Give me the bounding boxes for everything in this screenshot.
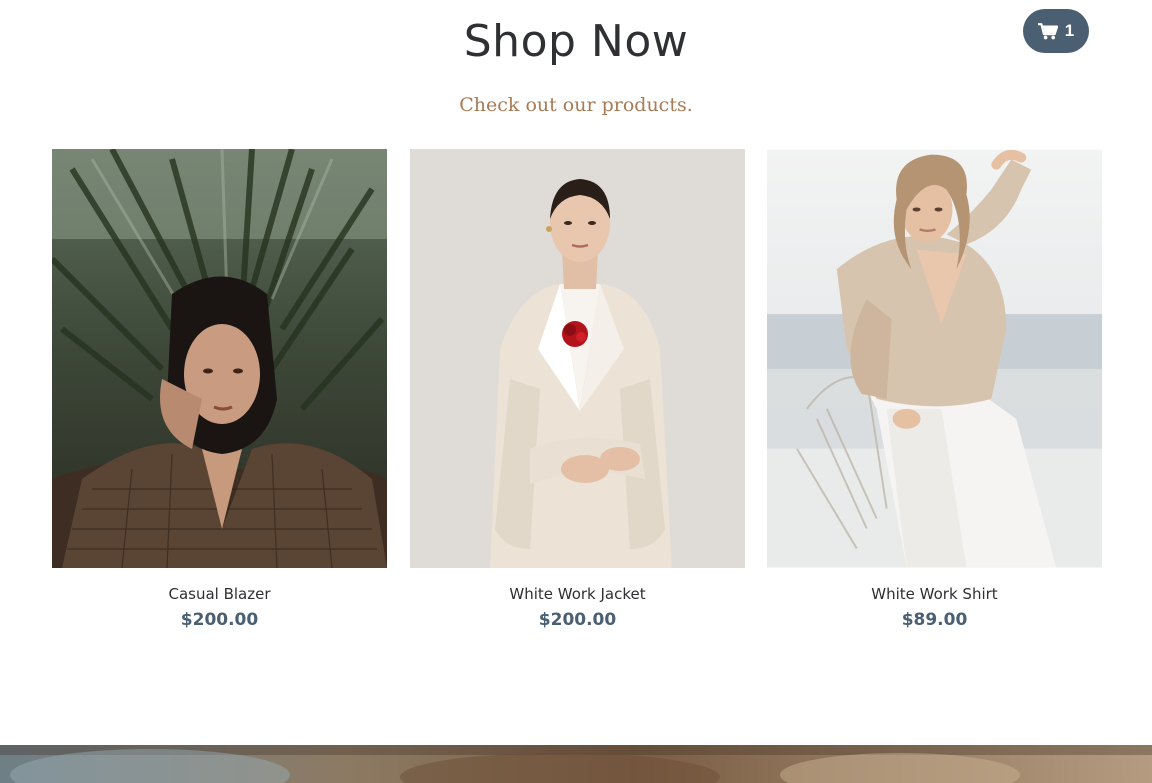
page-title: Shop Now — [463, 16, 689, 67]
page-subtitle: Check out our products. — [459, 94, 693, 116]
product-price: $89.00 — [901, 610, 968, 630]
product-card-casual-blazer[interactable]: Casual Blazer $200.00 — [52, 149, 387, 631]
product-image-casual-blazer[interactable] — [52, 149, 387, 568]
cart-icon — [1037, 22, 1058, 40]
product-name[interactable]: White Work Jacket — [410, 583, 745, 605]
cart-button[interactable]: 1 — [1023, 9, 1089, 53]
product-price: $200.00 — [180, 610, 259, 630]
product-image-white-work-shirt[interactable] — [767, 149, 1102, 568]
shop-page: Shop Now Check out our products. 1 Casua… — [0, 0, 1152, 783]
product-card-white-work-jacket[interactable]: White Work Jacket $200.00 — [410, 149, 745, 631]
product-price: $200.00 — [538, 610, 617, 630]
product-image-white-work-jacket[interactable] — [410, 149, 745, 568]
product-name[interactable]: White Work Shirt — [767, 583, 1102, 605]
product-name[interactable]: Casual Blazer — [52, 583, 387, 605]
cart-count: 1 — [1064, 21, 1075, 40]
product-card-white-work-shirt[interactable]: White Work Shirt $89.00 — [767, 149, 1102, 631]
bottom-banner-image — [0, 745, 1152, 783]
